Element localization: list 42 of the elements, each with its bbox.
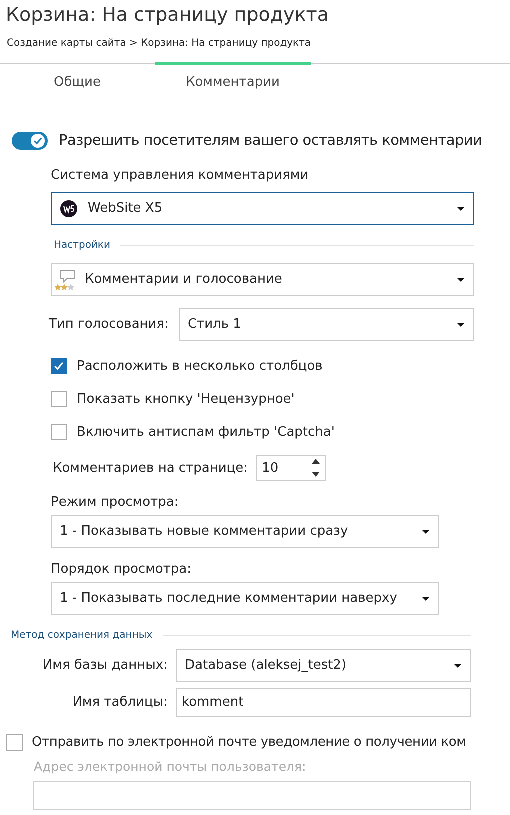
caret-icon [454,664,462,668]
field-label: Имя таблицы: [72,695,168,710]
checkbox-label: Отправить по электронной почте уведомление о получении ком [32,735,466,750]
comment-stars-icon [55,268,77,290]
checkbox[interactable] [51,358,67,374]
checkbox-label: Расположить в несколько столбцов [77,358,323,374]
check-icon [32,135,44,147]
tab[interactable]: Общие [0,62,155,90]
checkbox[interactable] [51,391,67,407]
field-label: Порядок просмотра: [51,562,193,577]
logo-icon [60,200,78,218]
dropdown[interactable]: Стиль 1 [178,308,474,341]
section-heading: Метод сохранения данных [11,630,153,641]
field-label: Система управления комментариями [51,168,310,183]
caret-icon [422,530,430,534]
input-field[interactable] [33,781,471,810]
field-label: Имя базы данных: [42,658,168,673]
checkbox[interactable] [6,734,23,751]
field-label: Тип голосования: [49,317,169,332]
field-label: Адрес электронной почты пользователя: [34,759,308,774]
field-label: Комментариев на странице: [53,460,248,476]
checkbox-label: Показать кнопку 'Нецензурное' [77,392,295,406]
caret-icon [457,206,465,210]
dropdown[interactable]: Database (aleksej_test2) [176,649,471,682]
caret-icon [457,322,465,326]
checkbox-label: Включить антиспам фильтр 'Captcha' [77,424,335,440]
toggle-label: Разрешить посетителям вашего оставлять комментарии [59,133,482,149]
caret-icon [422,596,430,600]
caret-icon [457,278,465,282]
section-heading: Настройки [54,240,110,251]
dropdown[interactable]: WebSite X5 [51,192,474,225]
tab[interactable]: Комментарии [155,62,311,90]
dropdown[interactable]: 1 - Показывать последние комментарии наверху [51,582,439,615]
input-field[interactable]: komment [176,688,471,717]
checkbox[interactable] [51,424,67,440]
dropdown[interactable]: 1 - Показывать новые комментарии сразу [51,515,439,548]
breadcrumb: Создание карты сайта > Корзина: На страницу продукта [6,37,312,49]
field-label: Режим просмотра: [51,495,180,510]
spin-box[interactable]: 10 [256,455,326,481]
dropdown[interactable]: Комментарии и голосование [51,263,474,296]
toggle-switch[interactable] [12,132,48,150]
page-title: Корзина: На страницу продукта [5,4,330,26]
